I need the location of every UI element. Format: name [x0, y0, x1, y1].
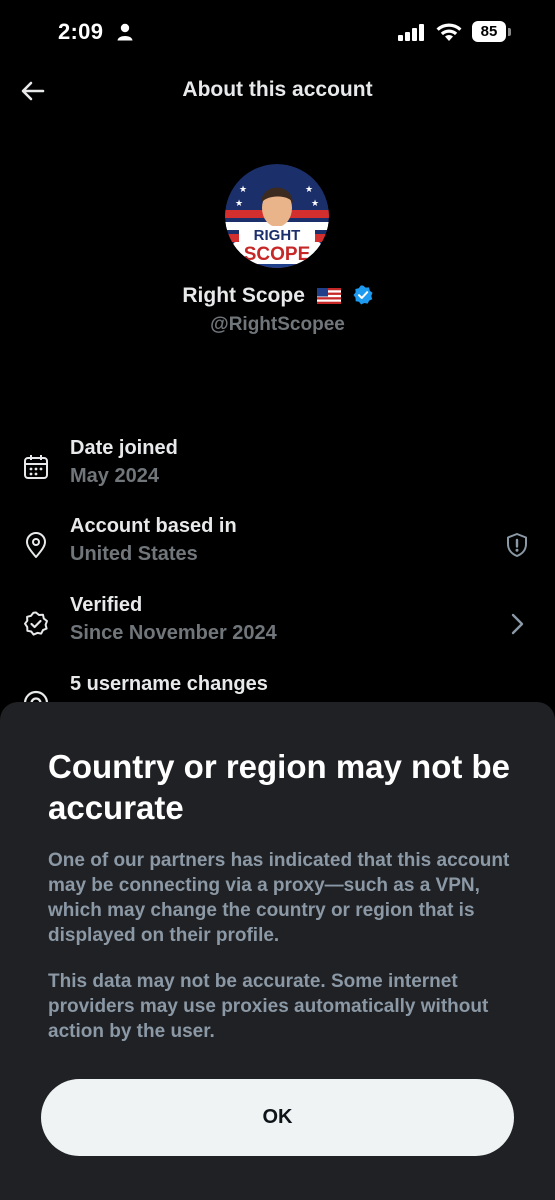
account-based-in-label: Account based in [70, 515, 237, 537]
svg-text:★: ★ [311, 199, 319, 209]
sheet-title: Country or region may not be accurate [48, 748, 511, 826]
us-flag-icon [316, 288, 341, 304]
avatar[interactable]: ★ ★ ★ ★ RIGHT SCOPE [225, 164, 329, 268]
battery-tip [508, 28, 511, 36]
shield-alert-icon[interactable] [503, 531, 531, 559]
sheet-paragraph-proxy: One of our partners has indicated that t… [48, 850, 510, 946]
verified-badge-icon [353, 285, 373, 305]
sheet-paragraph-accuracy: This data may not be accurate. Some inte… [48, 971, 489, 1042]
date-joined-label: Date joined [70, 437, 178, 459]
cellular-signal-icon [398, 24, 424, 41]
profile-name-row: Right Scope [0, 284, 555, 308]
battery-indicator: 85 [472, 21, 506, 42]
date-joined-row: Date joined May 2024 [0, 437, 555, 501]
chevron-right-icon[interactable] [503, 610, 531, 638]
svg-text:★: ★ [305, 185, 313, 195]
account-based-in-row[interactable]: Account based in United States [0, 515, 555, 579]
avatar-image: ★ ★ ★ ★ RIGHT SCOPE [225, 164, 329, 268]
location-pin-icon [26, 532, 46, 558]
verified-badge-outline-icon [24, 611, 48, 636]
status-time: 2:09 [58, 19, 104, 44]
page-title: About this account [182, 78, 373, 101]
svg-text:★: ★ [239, 185, 247, 195]
avatar-text-scope: SCOPE [244, 244, 311, 265]
ok-button[interactable]: OK [41, 1079, 514, 1156]
profile-name: Right Scope [182, 284, 305, 307]
username-changes-label: 5 username changes [70, 673, 268, 695]
calendar-icon [24, 455, 48, 479]
account-based-in-value: United States [70, 543, 198, 565]
proxy-warning-sheet: Country or region may not be accurate On… [0, 702, 555, 1200]
avatar-text-right: RIGHT [254, 227, 301, 244]
profile-handle: @RightScopee [210, 314, 345, 335]
person-icon [117, 23, 133, 41]
verified-value: Since November 2024 [70, 622, 277, 644]
date-joined-value: May 2024 [70, 465, 159, 487]
navigation-bar: About this account [0, 70, 555, 110]
status-bar: 2:09 85 [0, 0, 555, 66]
verified-label: Verified [70, 594, 143, 616]
wifi-icon [436, 23, 462, 41]
svg-text:★: ★ [235, 199, 243, 209]
verified-row[interactable]: Verified Since November 2024 [0, 594, 555, 658]
